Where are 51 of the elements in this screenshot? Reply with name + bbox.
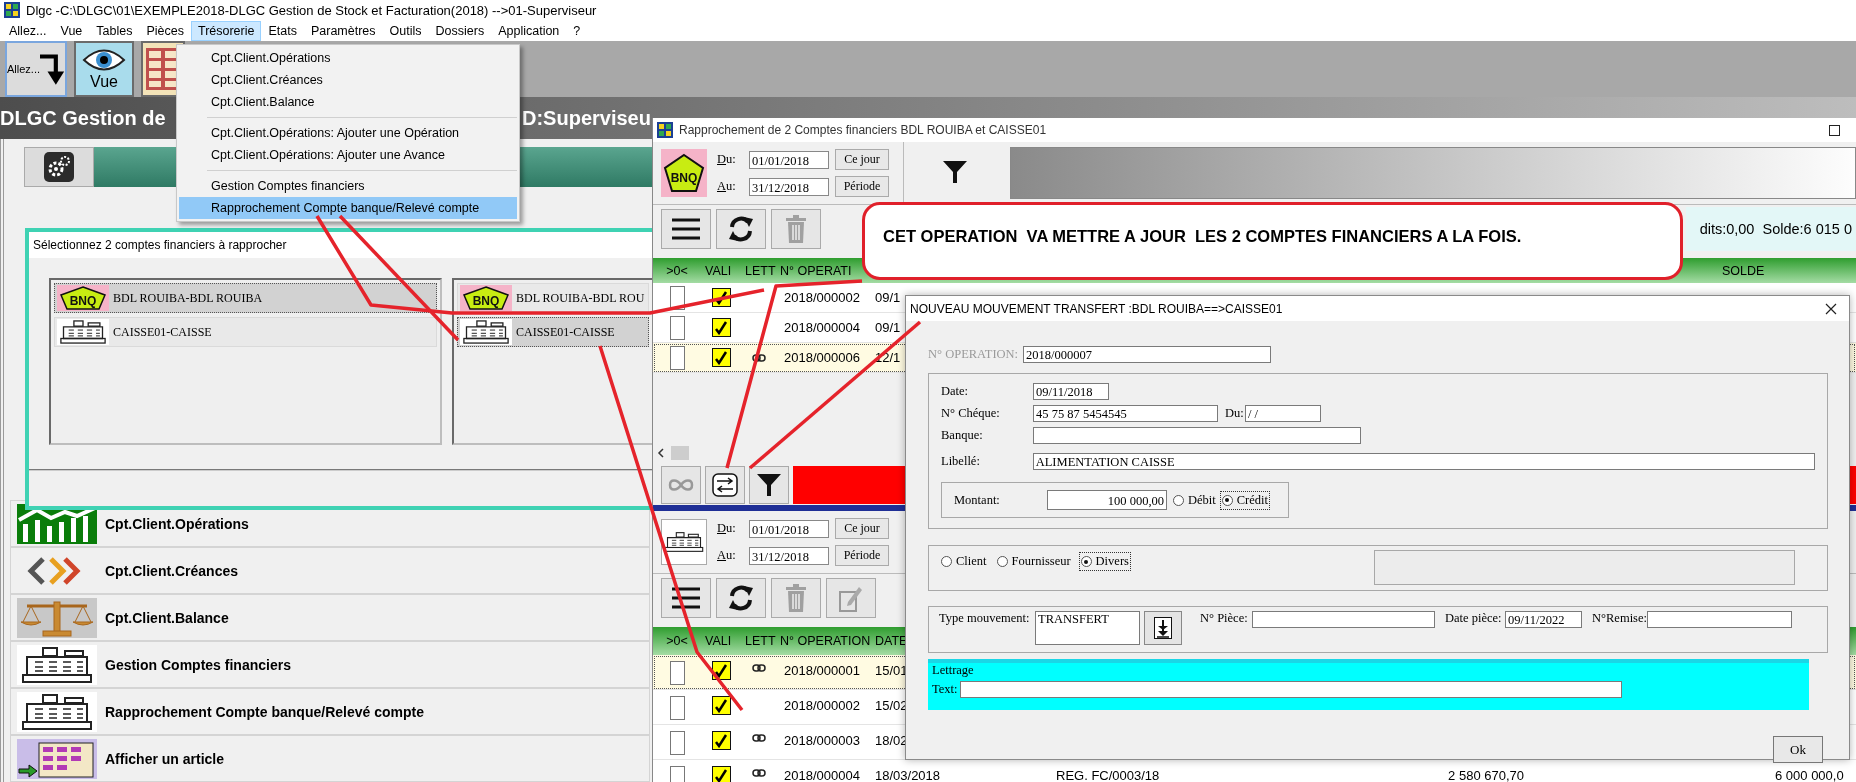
table-cell-text: 2018/000003 [783, 732, 860, 748]
window-title: Rapprochement de 2 Comptes financiers BDL ROUIBA et CAISSE01 [679, 123, 1047, 137]
field-label: Type mouvement: [939, 611, 1031, 626]
table-cell-text: 2 580 670,70 [1448, 767, 1525, 782]
field-label: N° OPERATION: [928, 346, 1020, 362]
table-cell-text: 18/03/2018 [874, 767, 941, 782]
column-header: N° OPERATI [779, 263, 853, 278]
column-header: VALI [704, 634, 733, 648]
group-title: Lettrage [932, 663, 974, 678]
dialog-title: NOUVEAU MOUVEMENT TRANSFERT :BDL ROUIBA==>CAISSE01 [910, 301, 1283, 316]
table-cell-text: REG. FC/0003/18 [1055, 767, 1160, 782]
field-label: N°Remise: [1592, 611, 1647, 626]
banner-title: DLGC Gestion de [0, 106, 166, 130]
field-label: Banque: [941, 427, 984, 443]
field-label: Date pièce: [1445, 611, 1503, 626]
date-label: Au: [717, 179, 737, 194]
date-label: Du: [717, 152, 737, 167]
table-cell-text: 2018/000004 [783, 320, 860, 335]
field-label: Text: [932, 681, 959, 697]
column-header: SOLDE [1721, 263, 1766, 278]
table-cell-text: 6 000 000,0 [1774, 767, 1844, 782]
column-header: >0< [665, 263, 689, 278]
field-label: N° Pièce: [1200, 611, 1249, 626]
bank-badge: BNQ [661, 149, 707, 197]
column-header: LETT [744, 634, 776, 648]
table-cell-text: 09/1 [874, 320, 901, 335]
field-label: Du: [1225, 405, 1245, 421]
column-header: >0< [665, 634, 689, 648]
column-header: LETT [744, 263, 776, 278]
date-label: Du: [717, 521, 737, 536]
table-cell-text: 15/01 [874, 662, 908, 678]
bank-badge: BNQ [460, 285, 512, 311]
column-header: N° OPERATION [779, 634, 871, 648]
table-cell-text: 2018/000004 [783, 767, 860, 782]
bank-badge: BNQ [57, 285, 109, 311]
field-label: N° Chéque: [941, 405, 1001, 421]
table-cell-text: 2018/000006 [783, 350, 860, 365]
field-label: Libellé: [941, 453, 981, 469]
table-cell-text: 09/1 [874, 290, 901, 305]
banner-user: D:Superviseu [522, 106, 651, 130]
table-cell-text: 2018/000002 [783, 697, 860, 713]
field-label: Date: [941, 383, 970, 399]
balance-summary: dits:0,00 Solde:6 015 0 [1685, 207, 1856, 251]
date-label: Au: [717, 548, 737, 563]
dialog-title: Sélectionnez 2 comptes financiers à rapprocher [33, 238, 287, 252]
callout-text: CET OPERATION VA METTRE A JOUR LES 2 COMPTES FINANCIERS A LA FOIS. [883, 226, 1522, 246]
table-cell-text: 2018/000002 [783, 290, 860, 305]
table-cell-text: 2018/000001 [783, 662, 860, 678]
column-header: VALI [704, 263, 733, 278]
field-label: Montant: [954, 492, 1001, 508]
window-title: Dlgc -C:\DLGC\01\EXEMPLE2018-DLGC Gestion de Stock et Facturation(2018) -->01-Superviseur [26, 2, 597, 18]
